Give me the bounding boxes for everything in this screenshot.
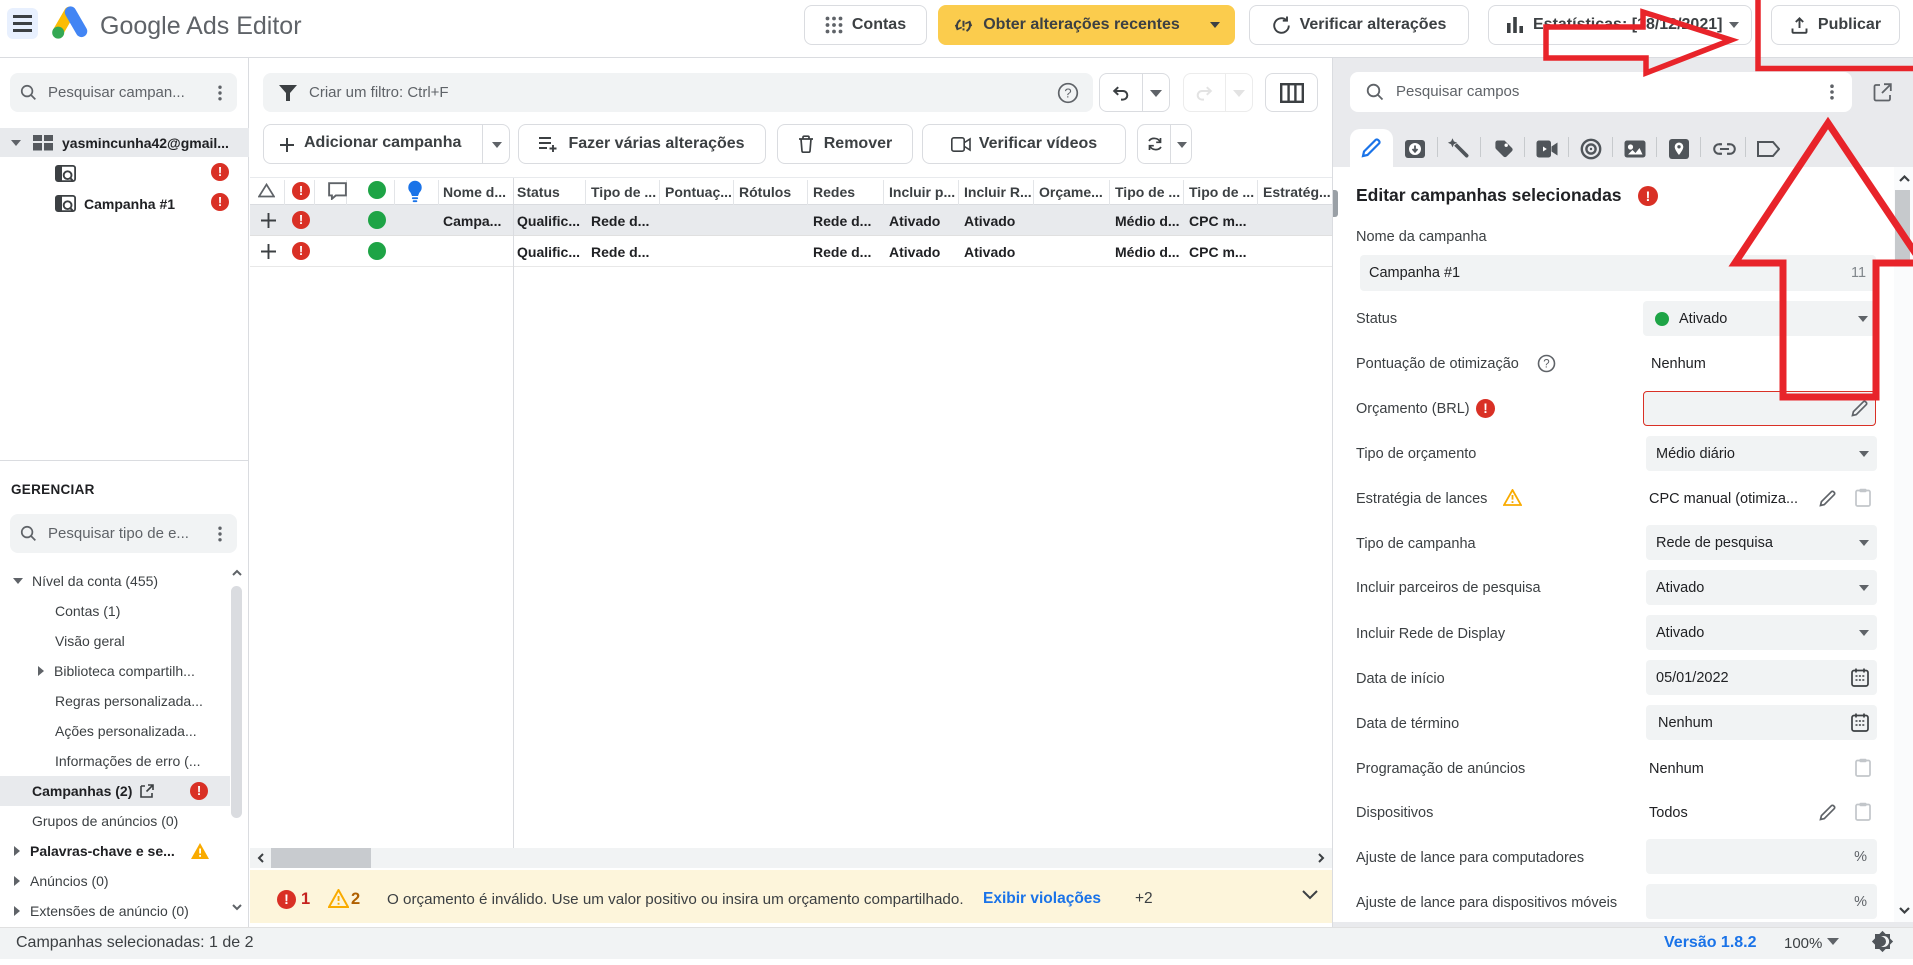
svg-text:?: ?	[1543, 359, 1549, 371]
svg-text:?: ?	[1064, 85, 1071, 100]
